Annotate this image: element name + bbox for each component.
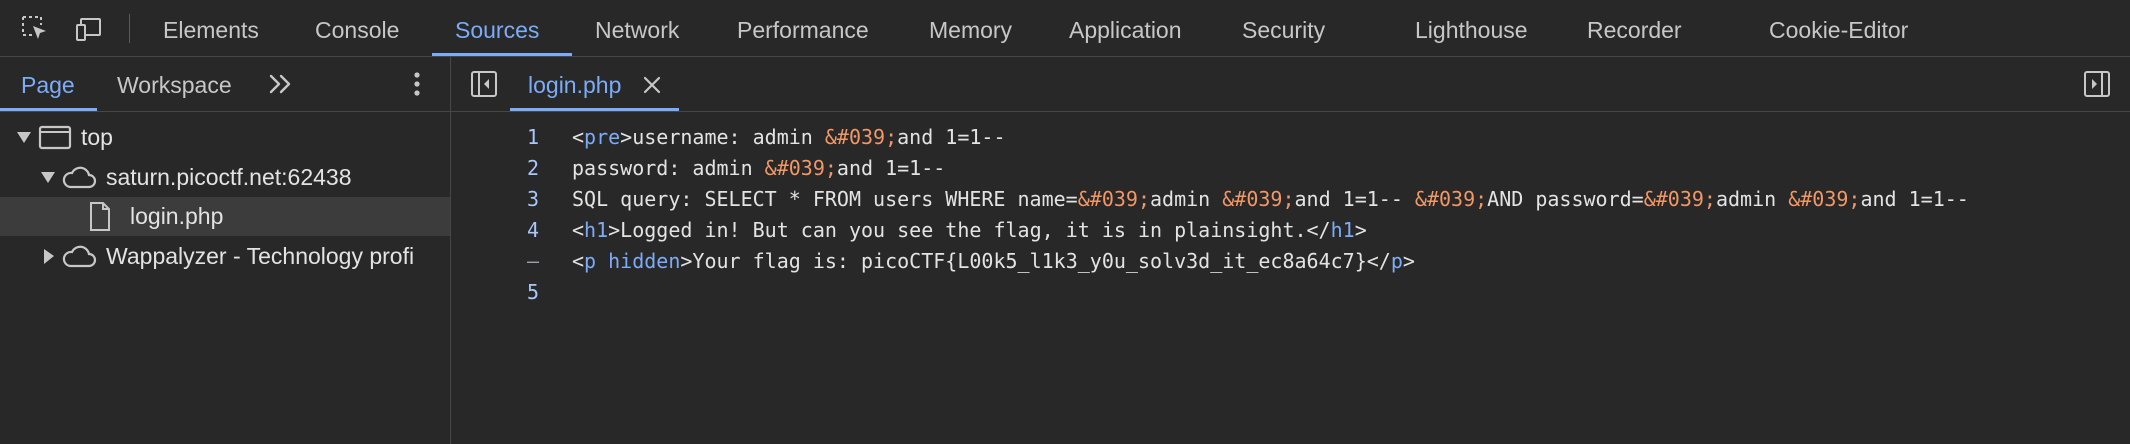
tree-item-domain[interactable]: saturn.picoctf.net:62438 xyxy=(0,158,450,197)
html-entity-token: &#039; xyxy=(1077,187,1150,211)
html-tag-token: h1 xyxy=(584,218,609,242)
html-attribute-token: hidden xyxy=(608,249,681,273)
sources-navigator: Page Workspace top saturn.picoctf.net:62… xyxy=(0,57,451,444)
html-tag-token: pre xyxy=(584,125,621,149)
file-tab-label: login.php xyxy=(528,72,622,98)
fold-marker[interactable]: – xyxy=(451,246,539,277)
text-token: and 1=1-- xyxy=(836,156,946,180)
text-token: >Your flag is: picoCTF{L00k5_l1k3_y0u_so… xyxy=(680,249,1391,273)
line-number[interactable]: 2 xyxy=(451,153,539,184)
tab-cookie-editor[interactable]: Cookie-Editor xyxy=(1769,0,1908,56)
tab-elements[interactable]: Elements xyxy=(163,0,259,56)
text-token: < xyxy=(572,125,585,149)
tree-item-label: Wappalyzer - Technology profi xyxy=(106,243,415,269)
editor-tabs: login.php xyxy=(451,57,2130,112)
expanded-triangle-icon[interactable] xyxy=(16,118,32,157)
line-number[interactable]: 3 xyxy=(451,184,539,215)
chevron-double-right-icon[interactable] xyxy=(264,67,298,101)
text-token: admin xyxy=(1149,187,1223,211)
text-token: password: admin xyxy=(572,156,765,180)
active-tab-indicator xyxy=(432,53,572,56)
tree-item-wappalyzer[interactable]: Wappalyzer - Technology profi xyxy=(0,237,450,276)
tab-network[interactable]: Network xyxy=(595,0,679,56)
text-token: > xyxy=(1354,218,1367,242)
tab-login-php[interactable]: login.php xyxy=(510,57,679,112)
line-number[interactable]: 5 xyxy=(451,277,539,308)
code-text: password: admin &#039;and 1=1-- xyxy=(572,153,945,184)
code-line[interactable]: 2 password: admin &#039;and 1=1-- xyxy=(451,153,2130,184)
tab-performance[interactable]: Performance xyxy=(737,0,869,56)
code-text: <p hidden>Your flag is: picoCTF{L00k5_l1… xyxy=(572,246,1415,277)
html-tag-token: p xyxy=(1390,249,1403,273)
toggle-navigator-icon[interactable] xyxy=(469,69,499,99)
file-tab-active-indicator xyxy=(510,108,679,111)
code-line[interactable]: 3 SQL query: SELECT * FROM users WHERE na… xyxy=(451,184,2130,215)
tab-sources[interactable]: Sources xyxy=(455,0,539,56)
toggle-debugger-sidebar-icon[interactable] xyxy=(2082,69,2112,99)
text-token: SQL query: SELECT * FROM users WHERE nam… xyxy=(572,187,1078,211)
code-text: <h1>Logged in! But can you see the flag,… xyxy=(572,215,1367,246)
html-entity-token: &#039; xyxy=(764,156,837,180)
cloud-icon xyxy=(61,237,97,276)
code-line[interactable]: – <p hidden>Your flag is: picoCTF{L00k5_l… xyxy=(451,246,2130,277)
text-token: and 1=1-- xyxy=(1294,187,1415,211)
collapsed-triangle-icon[interactable] xyxy=(40,237,56,276)
text-token: AND password= xyxy=(1487,187,1644,211)
text-token: >username: admin xyxy=(620,125,825,149)
tree-item-label: top xyxy=(81,124,113,150)
tab-lighthouse[interactable]: Lighthouse xyxy=(1415,0,1528,56)
code-line[interactable]: 1 <pre>username: admin &#039;and 1=1-- xyxy=(451,122,2130,153)
tree-item-top[interactable]: top xyxy=(0,118,450,157)
text-token: < xyxy=(572,249,585,273)
inspect-element-icon[interactable] xyxy=(20,14,50,44)
text-token: and 1=1-- xyxy=(897,125,1006,149)
text-token: >Logged in! But can you see the flag, it… xyxy=(608,218,1331,242)
code-line[interactable]: 5 xyxy=(451,277,2130,308)
html-entity-token: &#039; xyxy=(824,125,898,149)
html-tag-token: h1 xyxy=(1330,218,1355,242)
tab-page[interactable]: Page xyxy=(21,57,75,111)
frame-icon xyxy=(38,118,72,157)
code-text: <pre>username: admin &#039;and 1=1-- xyxy=(572,122,1006,153)
kebab-menu-icon[interactable] xyxy=(405,69,429,99)
text-token: admin xyxy=(1715,187,1789,211)
text-token: > xyxy=(1402,249,1415,273)
line-number[interactable]: 4 xyxy=(451,215,539,246)
tab-security[interactable]: Security xyxy=(1242,0,1325,56)
source-editor: login.php 1 <pre>username: admin &#039;an… xyxy=(451,57,2130,444)
html-entity-token: &#039; xyxy=(1222,187,1295,211)
html-entity-token: &#039; xyxy=(1414,187,1488,211)
cloud-icon xyxy=(61,158,97,197)
tab-memory[interactable]: Memory xyxy=(929,0,1012,56)
tree-item-login-php[interactable]: login.php xyxy=(0,197,450,236)
toolbar-separator xyxy=(129,14,130,43)
text-token: and 1=1-- xyxy=(1860,187,1969,211)
file-icon xyxy=(87,197,113,236)
line-number[interactable]: 1 xyxy=(451,122,539,153)
code-text: SQL query: SELECT * FROM users WHERE nam… xyxy=(572,184,1969,215)
navigator-active-indicator xyxy=(0,108,97,111)
text-token: < xyxy=(572,218,585,242)
tree-item-label: login.php xyxy=(130,203,224,229)
html-tag-token: p xyxy=(584,249,597,273)
expanded-triangle-icon[interactable] xyxy=(40,158,56,197)
html-entity-token: &#039; xyxy=(1643,187,1716,211)
close-icon[interactable] xyxy=(641,74,663,96)
code-line[interactable]: 4 <h1>Logged in! But can you see the flag… xyxy=(451,215,2130,246)
tab-application[interactable]: Application xyxy=(1069,0,1182,56)
html-entity-token: &#039; xyxy=(1788,187,1861,211)
tab-console[interactable]: Console xyxy=(315,0,399,56)
devtools-toolbar: Elements Console Sources Network Perform… xyxy=(0,0,2130,57)
tree-item-label: saturn.picoctf.net:62438 xyxy=(106,164,352,190)
device-toolbar-icon[interactable] xyxy=(74,14,104,44)
tab-recorder[interactable]: Recorder xyxy=(1587,0,1682,56)
tab-workspace[interactable]: Workspace xyxy=(117,57,232,111)
navigator-tabs: Page Workspace xyxy=(0,57,450,112)
